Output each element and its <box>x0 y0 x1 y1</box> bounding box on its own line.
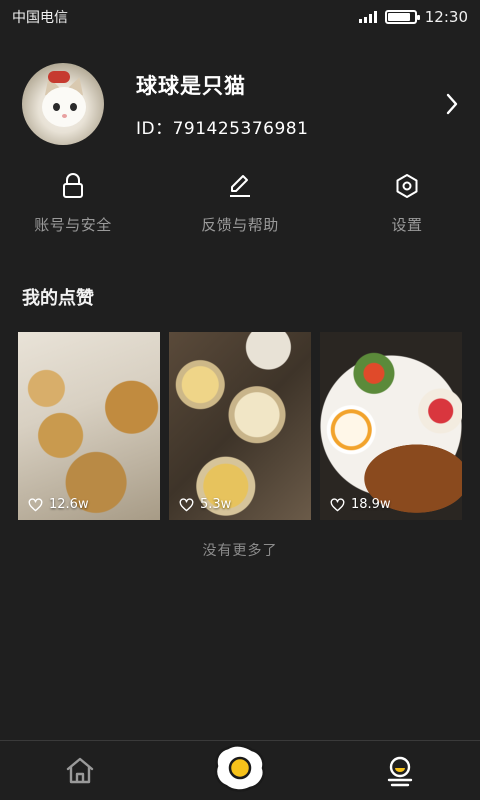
tab-discover[interactable] <box>214 744 266 792</box>
tab-profile[interactable] <box>360 741 440 800</box>
profile-header[interactable]: 球球是只猫 ID：791425376981 <box>22 63 468 145</box>
profile-info: 球球是只猫 ID：791425376981 <box>136 70 440 139</box>
liked-item-card[interactable]: 5.3w <box>169 332 311 520</box>
home-icon <box>66 757 94 784</box>
liked-items-grid: 12.6w 5.3w 18.9w <box>18 332 462 520</box>
no-more-label: 没有更多了 <box>202 543 278 559</box>
settings-label: 设置 <box>391 216 423 234</box>
profile-icon <box>387 756 413 787</box>
liked-item-card[interactable]: 18.9w <box>320 332 462 520</box>
heart-icon <box>330 497 345 511</box>
like-count-text: 5.3w <box>200 497 232 512</box>
like-count: 5.3w <box>179 497 231 512</box>
likes-section-title: 我的点赞 <box>22 288 94 309</box>
carrier-label: 中国电信 <box>12 10 68 26</box>
avatar[interactable] <box>22 63 104 145</box>
like-count-text: 12.6w <box>49 497 89 512</box>
lock-icon <box>59 172 87 200</box>
account-security-label: 账号与安全 <box>34 216 112 234</box>
heart-icon <box>28 497 43 511</box>
status-bar: 中国电信 12:30 <box>0 0 480 34</box>
signal-icon <box>358 11 377 23</box>
profile-name: 球球是只猫 <box>136 73 246 98</box>
settings-hexagon-icon <box>393 172 421 200</box>
tab-home[interactable] <box>40 741 120 800</box>
settings-button[interactable]: 设置 <box>347 172 467 235</box>
heart-icon <box>179 497 194 511</box>
feedback-help-button[interactable]: 反馈与帮助 <box>180 172 300 235</box>
liked-item-card[interactable]: 12.6w <box>18 332 160 520</box>
chevron-right-icon[interactable] <box>440 92 464 116</box>
like-count: 12.6w <box>28 497 89 512</box>
status-icons: 12:30 <box>358 8 468 26</box>
like-count: 18.9w <box>330 497 391 512</box>
profile-id: ID：791425376981 <box>136 118 309 139</box>
like-count-text: 18.9w <box>351 497 391 512</box>
settings-actions: 账号与安全 反馈与帮助 设置 <box>0 172 480 242</box>
feedback-help-label: 反馈与帮助 <box>201 216 279 234</box>
edit-icon <box>226 172 254 200</box>
battery-icon <box>384 10 420 24</box>
fried-egg-icon <box>214 744 265 792</box>
clock: 12:30 <box>424 8 468 26</box>
account-security-button[interactable]: 账号与安全 <box>13 172 133 235</box>
